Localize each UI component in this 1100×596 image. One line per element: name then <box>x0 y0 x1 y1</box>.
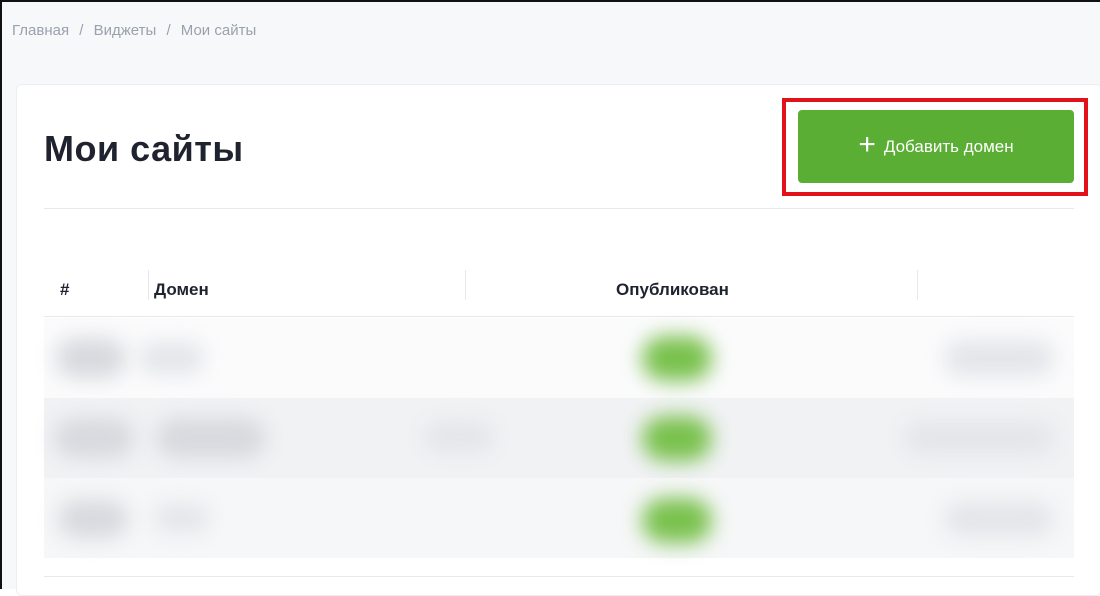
table-row[interactable] <box>44 478 1074 558</box>
redacted-cell <box>139 342 204 374</box>
redacted-cell <box>56 338 126 378</box>
column-header-index: # <box>60 280 70 299</box>
add-domain-label: Добавить домен <box>883 136 1014 156</box>
published-indicator <box>642 498 712 543</box>
column-header-published[interactable]: Опубликован <box>616 280 729 300</box>
table-row[interactable] <box>44 398 1074 478</box>
breadcrumb-widgets[interactable]: Виджеты <box>94 22 157 39</box>
column-separator <box>148 270 149 300</box>
redacted-cell <box>156 418 266 458</box>
redacted-cell <box>154 504 209 532</box>
published-indicator <box>642 336 712 381</box>
add-domain-button[interactable]: + Добавить домен <box>798 110 1074 183</box>
table-bottom-divider <box>44 576 1074 577</box>
table-header-divider <box>44 316 1074 317</box>
column-separator <box>917 270 918 300</box>
table-row[interactable] <box>44 318 1074 398</box>
redacted-actions <box>904 422 1054 454</box>
breadcrumb-home[interactable]: Главная <box>12 22 69 39</box>
breadcrumb-separator: / <box>166 22 171 39</box>
breadcrumb: Главная / Виджеты / Мои сайты <box>12 22 256 39</box>
published-indicator <box>642 416 712 461</box>
redacted-actions <box>944 340 1054 376</box>
redacted-cell <box>424 422 494 452</box>
breadcrumb-separator: / <box>79 22 84 39</box>
breadcrumb-current: Мои сайты <box>180 22 257 39</box>
title-divider <box>44 208 1074 209</box>
column-separator <box>465 270 466 300</box>
redacted-cell <box>54 418 134 458</box>
page-title: Мои сайты <box>44 128 244 169</box>
redacted-cell <box>58 500 128 538</box>
plus-icon: + <box>858 128 876 161</box>
redacted-actions <box>944 502 1054 536</box>
column-header-domain[interactable]: Домен <box>154 280 209 300</box>
